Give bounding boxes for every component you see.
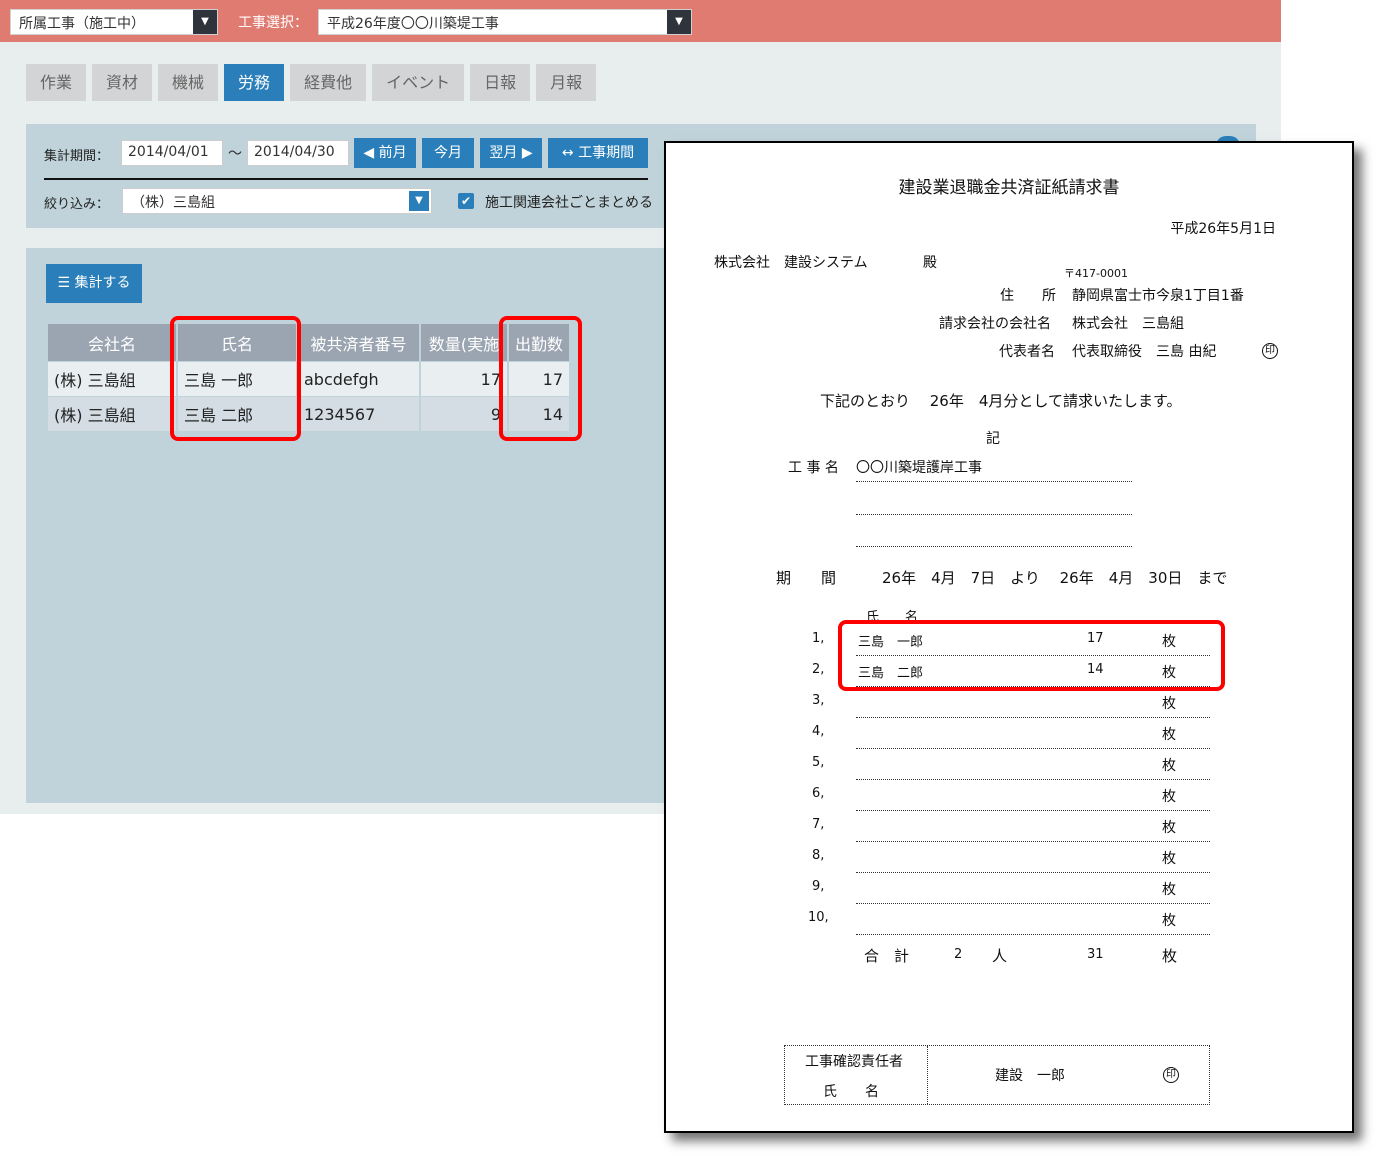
period-label: 集計期間： xyxy=(44,149,110,164)
total-count: 31 xyxy=(1087,947,1104,962)
column-header-member-number[interactable]: 被共済者番号 xyxy=(298,324,419,361)
cell-member-number: 1234567 xyxy=(298,396,419,431)
honorific: 殿 xyxy=(923,255,937,271)
entry-unit: 枚 xyxy=(1162,882,1176,898)
entry-unit: 枚 xyxy=(1162,851,1176,867)
confirm-label: 工事確認責任者 xyxy=(805,1054,903,1070)
cell-quantity: 17 xyxy=(421,361,507,396)
claim-statement: 下記のとおり 26年 4月分として請求いたします。 xyxy=(820,392,1182,410)
tab-work[interactable]: 作業 xyxy=(26,64,87,101)
category-tabs: 作業 資材 機械 労務 経費他 イベント 日報 月報 xyxy=(26,64,597,101)
entry-number: 1, xyxy=(812,631,825,646)
company-filter-select[interactable]: （株）三島組 ▼ xyxy=(122,188,432,214)
total-unit: 枚 xyxy=(1162,947,1178,965)
tab-machinery[interactable]: 機械 xyxy=(158,64,219,101)
entry-unit: 枚 xyxy=(1162,789,1176,805)
column-header-company[interactable]: 会社名 xyxy=(48,324,176,361)
entry-unit: 枚 xyxy=(1162,913,1176,929)
highlight-name-column xyxy=(170,316,301,441)
cell-member-number: abcdefgh xyxy=(298,361,419,396)
entry-unit: 枚 xyxy=(1162,727,1176,743)
entry-unit: 枚 xyxy=(1162,696,1176,712)
project-period-button[interactable]: ↔ 工事期間 xyxy=(548,138,648,168)
addressee: 株式会社 建設システム xyxy=(714,255,868,271)
entry-unit: 枚 xyxy=(1162,758,1176,774)
entry-number: 5, xyxy=(812,755,825,770)
date-from-input[interactable]: 2014/04/01 xyxy=(121,140,223,166)
address-label: 住 所 xyxy=(1000,288,1056,304)
table-row[interactable]: (株) 三島組 三島 一郎 abcdefgh 17 17 xyxy=(48,361,569,396)
document-date: 平成26年5月1日 xyxy=(1170,221,1276,237)
address: 静岡県富士市今泉1丁目1番 xyxy=(1072,288,1244,304)
seal-icon: 印 xyxy=(1163,1067,1179,1083)
tab-materials[interactable]: 資材 xyxy=(92,64,153,101)
period-value: 26年 4月 7日 より 26年 4月 30日 まで xyxy=(882,569,1228,587)
entry-number: 4, xyxy=(812,724,825,739)
project-name: 〇〇川築堤護岸工事 xyxy=(856,460,982,476)
range-separator: ～ xyxy=(228,146,242,162)
divider xyxy=(44,178,648,180)
entry-number: 7, xyxy=(812,817,825,832)
affiliation-select[interactable]: 所属工事（施工中） ▼ xyxy=(10,9,218,35)
entry-number: 9, xyxy=(812,879,825,894)
tab-monthly-report[interactable]: 月報 xyxy=(536,64,597,101)
people-unit: 人 xyxy=(992,947,1008,965)
project-select[interactable]: 平成26年度〇〇川築堤工事 ▼ xyxy=(318,9,692,35)
project-select-label: 工事選択： xyxy=(238,15,308,31)
chevron-down-icon[interactable]: ▼ xyxy=(667,10,691,34)
document-title: 建設業退職金共済証紙請求書 xyxy=(898,178,1120,198)
tab-expenses[interactable]: 経費他 xyxy=(290,64,367,101)
chevron-down-icon[interactable]: ▼ xyxy=(409,191,429,211)
entry-number: 6, xyxy=(812,786,825,801)
cell-company: (株) 三島組 xyxy=(48,361,176,396)
seal-icon: 印 xyxy=(1262,343,1278,359)
entry-number: 8, xyxy=(812,848,825,863)
tab-labor[interactable]: 労務 xyxy=(224,64,285,101)
representative: 代表取締役 三島 由紀 xyxy=(1072,344,1217,360)
chevron-down-icon[interactable]: ▼ xyxy=(193,10,217,34)
cell-quantity: 9 xyxy=(421,396,507,431)
tab-events[interactable]: イベント xyxy=(372,64,465,101)
confirmation-box: 工事確認責任者 氏 名 建設 一郎 印 xyxy=(784,1045,1210,1105)
labor-table: 会社名 氏名 被共済者番号 数量(実施 出勤数 (株) 三島組 三島 一郎 ab… xyxy=(46,324,571,431)
representative-label: 代表者名 xyxy=(999,344,1055,360)
highlight-document-entries xyxy=(838,620,1225,691)
entry-number: 3, xyxy=(812,693,825,708)
entry-number: 10, xyxy=(808,910,829,925)
top-bar: 所属工事（施工中） ▼ 工事選択： 平成26年度〇〇川築堤工事 ▼ xyxy=(0,0,1281,42)
claimant-company: 株式会社 三島組 xyxy=(1072,316,1184,332)
table-row[interactable]: (株) 三島組 三島 二郎 1234567 9 14 xyxy=(48,396,569,431)
column-header-quantity[interactable]: 数量(実施 xyxy=(421,324,507,361)
postal-code: 〒417-0001 xyxy=(1064,267,1128,280)
affiliation-value: 所属工事（施工中） xyxy=(19,16,145,32)
entry-unit: 枚 xyxy=(1162,820,1176,836)
aggregate-button[interactable]: ☰ 集計する xyxy=(46,264,142,303)
tab-daily-report[interactable]: 日報 xyxy=(470,64,531,101)
this-month-button[interactable]: 今月 xyxy=(422,138,474,168)
group-by-company-checkbox[interactable]: ✔ xyxy=(458,193,474,209)
entry-number: 2, xyxy=(812,662,825,677)
total-people: 2 xyxy=(954,947,963,962)
group-by-company-label: 施工関連会社ごとまとめる xyxy=(485,195,653,211)
project-name-label: 工 事 名 xyxy=(788,460,839,476)
ki-label: 記 xyxy=(986,431,1000,447)
highlight-attendance-column xyxy=(499,316,582,441)
confirm-name: 建設 一郎 xyxy=(995,1068,1065,1084)
prev-month-button[interactable]: ◀ 前月 xyxy=(354,138,416,168)
period-label: 期 間 xyxy=(776,569,837,587)
company-label: 請求会社の会社名 xyxy=(939,316,1051,332)
company-filter-value: （株）三島組 xyxy=(131,195,215,211)
total-label: 合 計 xyxy=(864,947,910,965)
cell-company: (株) 三島組 xyxy=(48,396,176,431)
date-to-input[interactable]: 2014/04/30 xyxy=(247,140,349,166)
confirm-name-label: 氏 名 xyxy=(823,1084,879,1100)
project-value: 平成26年度〇〇川築堤工事 xyxy=(327,16,499,32)
narrow-label: 絞り込み： xyxy=(44,197,110,212)
next-month-button[interactable]: 翌月 ▶ xyxy=(480,138,542,168)
